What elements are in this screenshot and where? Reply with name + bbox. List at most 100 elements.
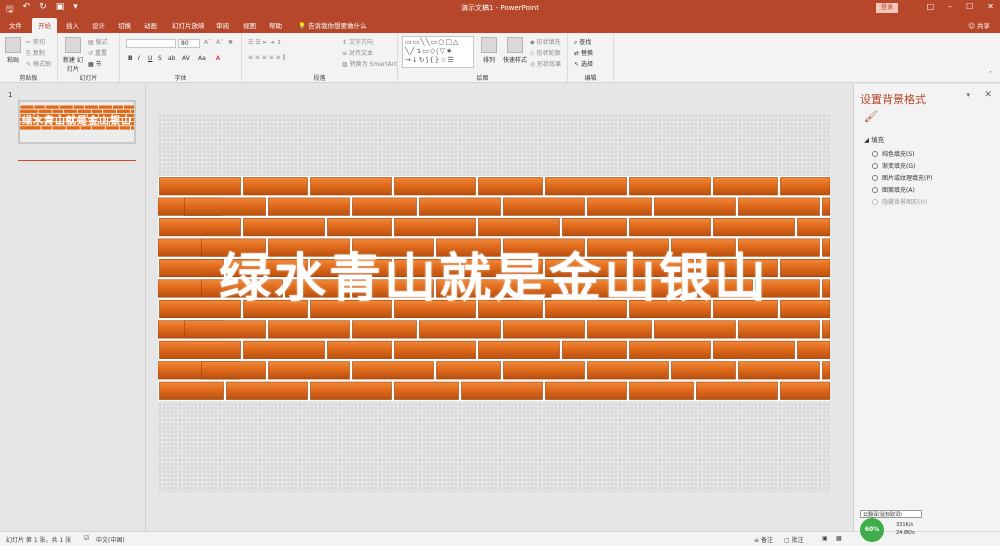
format-painter-button[interactable]: ✎ 格式刷 <box>26 59 51 68</box>
shadow-icon[interactable]: S <box>158 55 162 62</box>
align-icons[interactable]: ≡ ≡ ≡ ≡ ≡ ‖ <box>248 54 286 61</box>
bullets-icon[interactable]: ☰ ☰ ⇤ ⇥ ↕ <box>248 39 281 46</box>
clear-format-icon[interactable]: ✖ <box>228 39 233 46</box>
spellcheck-icon[interactable]: ☑ <box>84 535 89 542</box>
maximize-icon[interactable]: ☐ <box>966 2 973 11</box>
brick <box>159 218 241 237</box>
normal-view-icon[interactable]: ▣ <box>822 535 828 542</box>
brick <box>671 361 736 380</box>
tell-me-search[interactable]: 💡 告诉我你想要做什么 <box>298 20 367 30</box>
solid-fill-option[interactable]: 纯色填充(S) <box>872 149 915 158</box>
login-button[interactable]: 登录 <box>876 3 898 13</box>
font-size-box[interactable]: 80 <box>178 39 200 48</box>
brick <box>562 218 627 237</box>
italic-icon[interactable]: I <box>138 55 140 62</box>
copy-button[interactable]: ⎘ 复制 <box>26 48 45 58</box>
tab-home[interactable]: 开始 <box>32 18 57 33</box>
fill-bucket-icon[interactable]: 🖌 <box>864 110 878 123</box>
font-name-box[interactable] <box>126 39 176 48</box>
shape-outline-button[interactable]: ◇ 形状轮廓 <box>530 48 561 57</box>
close-pane-icon[interactable]: ✕ <box>984 90 992 100</box>
brick <box>545 381 627 400</box>
strikethrough-icon[interactable]: ab <box>168 55 176 62</box>
lightbulb-icon: 💡 <box>298 22 307 30</box>
picture-texture-fill-option[interactable]: 图片或纹理填充(P) <box>872 173 932 182</box>
reset-button[interactable]: ↺ 重置 <box>88 48 107 57</box>
quick-styles-button[interactable]: 快速样式 <box>502 37 528 64</box>
brick <box>780 381 830 400</box>
pane-options-icon[interactable]: ▾ <box>966 91 970 99</box>
tab-transitions[interactable]: 切换 <box>118 20 131 30</box>
tab-insert[interactable]: 插入 <box>66 20 79 30</box>
tab-view[interactable]: 视图 <box>243 20 256 30</box>
change-case-icon[interactable]: Aa <box>198 55 206 62</box>
minimize-icon[interactable]: – <box>948 2 952 11</box>
window-controls: □ – ☐ ✕ <box>927 2 994 11</box>
underline-icon[interactable]: U <box>148 55 152 62</box>
slide-title-text[interactable]: 绿水青山就是金山银山 <box>158 236 830 311</box>
tab-file[interactable]: 文件 <box>9 20 22 30</box>
shape-effects-label: 形状效果 <box>537 61 562 68</box>
bold-icon[interactable]: B <box>128 55 133 62</box>
hide-background-graphics-option[interactable]: 隐藏背景图形(H) <box>872 197 927 206</box>
paste-button[interactable]: 粘贴 <box>2 37 24 64</box>
select-button[interactable]: ↖ 选择 <box>574 59 593 68</box>
ribbon-tabs: 文件 开始 插入 设计 切换 动画 幻灯片放映 审阅 视图 帮助 💡 告诉我你想… <box>0 16 1000 33</box>
shapes-gallery[interactable]: ▭▭╲╲▭○□△ ╲╱↴▭◇⟮▽★ →↓↻⟆{}☆☰ <box>402 36 474 68</box>
shape-fill-button[interactable]: ◆ 形状填充 <box>530 37 561 46</box>
slides-group-label: 幻灯片 <box>79 75 98 82</box>
comments-button[interactable]: ▢ 批注 <box>784 535 804 544</box>
share-button[interactable]: ☺ 共享 <box>968 20 990 30</box>
brick <box>243 340 325 359</box>
brick <box>184 197 266 216</box>
clipboard-group: 粘贴 ✂ 剪切 ⎘ 复制 ✎ 格式刷 剪贴板 <box>0 33 58 83</box>
tab-animations[interactable]: 动画 <box>144 20 157 30</box>
arrange-button[interactable]: 排列 <box>478 37 500 64</box>
align-text-button[interactable]: ≡ 对齐文本 <box>342 48 373 57</box>
align-text-label: 对齐文本 <box>348 50 373 57</box>
brick <box>20 105 34 109</box>
layout-button[interactable]: ▤ 版式 <box>88 37 108 46</box>
brick <box>352 197 417 216</box>
radio-circle <box>872 162 878 169</box>
shrink-font-icon[interactable]: A˅ <box>216 39 223 46</box>
slide[interactable]: 绿水青山就是金山银山 <box>158 114 830 492</box>
tab-help[interactable]: 帮助 <box>269 20 282 30</box>
checkbox <box>872 198 878 205</box>
brick <box>545 177 627 196</box>
tab-design[interactable]: 设计 <box>92 20 105 30</box>
cut-button[interactable]: ✂ 剪切 <box>26 37 45 46</box>
shape-effects-button[interactable]: ◎ 形状效果 <box>530 59 561 68</box>
tab-slideshow[interactable]: 幻灯片放映 <box>172 20 205 30</box>
text-direction-button[interactable]: ↕ 文字方向 <box>342 37 373 46</box>
option-label: 图案填充(A) <box>882 187 915 194</box>
brick <box>797 340 830 359</box>
slide-thumbnail[interactable]: 绿水青山就是金山银山 <box>18 100 136 144</box>
find-button[interactable]: ⌕ 查找 <box>574 37 591 47</box>
network-monitor-widget[interactable]: 云翻译(鼠标取词) 60% 331K/s 24.8K/s <box>860 510 940 544</box>
fill-section-header[interactable]: ◢ 填充 <box>864 134 884 144</box>
network-usage-circle: 60% <box>860 518 884 542</box>
notes-button[interactable]: ≡ 备注 <box>754 535 773 544</box>
brick <box>310 177 392 196</box>
brick <box>503 361 585 380</box>
option-label: 图片或纹理填充(P) <box>882 175 933 182</box>
slide-sorter-icon[interactable]: ▦ <box>836 535 842 542</box>
section-button[interactable]: ▦ 节 <box>88 59 102 68</box>
collapse-ribbon-icon[interactable]: ˄ <box>989 71 992 78</box>
pattern-fill-option[interactable]: 图案填充(A) <box>872 185 915 194</box>
ribbon-display-icon[interactable]: □ <box>927 2 935 11</box>
char-spacing-icon[interactable]: AV <box>182 55 190 62</box>
quick-styles-label: 快速样式 <box>502 57 527 64</box>
language-indicator[interactable]: 中文(中国) <box>96 535 125 544</box>
gradient-fill-option[interactable]: 渐变填充(G) <box>872 161 915 170</box>
share-label: 共享 <box>977 22 990 30</box>
new-slide-button[interactable]: 新建 幻灯片 <box>62 37 84 73</box>
close-icon[interactable]: ✕ <box>987 2 994 11</box>
replace-button[interactable]: ⇄ 替换 <box>574 48 593 57</box>
grow-font-icon[interactable]: A˄ <box>204 39 211 46</box>
tab-review[interactable]: 审阅 <box>216 20 229 30</box>
smartart-button[interactable]: ▧ 转换为 SmartArt <box>342 59 397 68</box>
radio-circle <box>872 150 878 157</box>
font-color-icon[interactable]: A <box>216 55 220 62</box>
